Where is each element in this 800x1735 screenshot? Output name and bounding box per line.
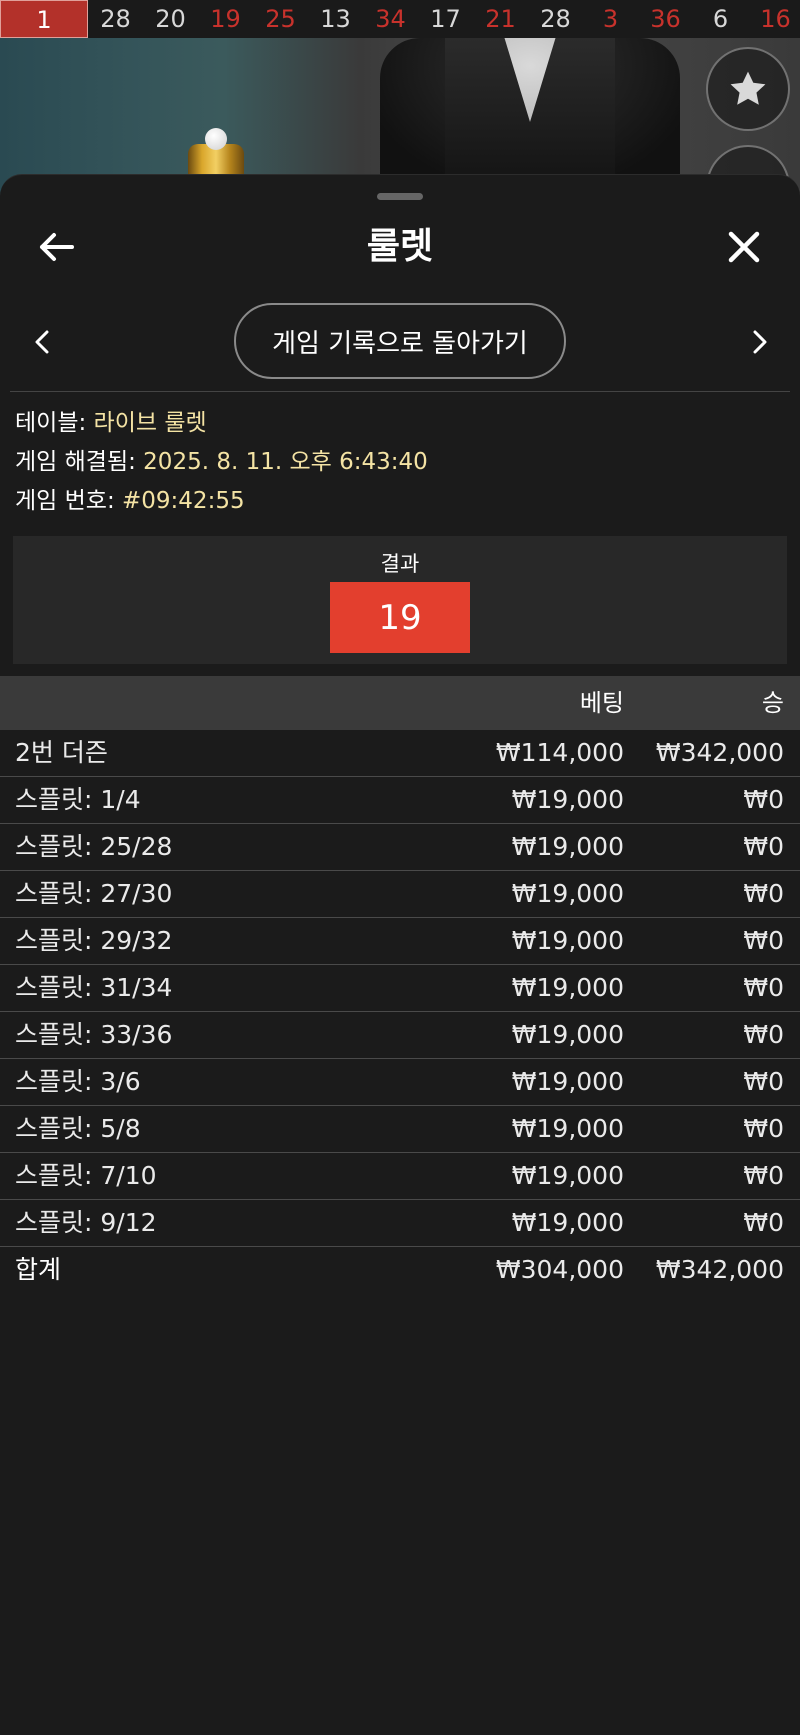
game-number-info: 게임 번호: #09:42:55 [15, 485, 245, 517]
bets-table: 베팅 승 2번 더즌 ₩114,000 ₩342,000 스플릿: 1/4 ₩19,00… [0, 676, 800, 1293]
bet-amount: ₩114,000 [495, 738, 624, 767]
result-number-badge: 19 [330, 582, 470, 653]
page-title: 룰렛 [366, 226, 434, 267]
game-detail-sheet: 룰렛 게임 기록으로 돌아가기 테이블: 라이브 룰렛 게임 해결됨: 2025… [0, 174, 800, 1735]
bet-row: 스플릿: 29/32 ₩19,000 ₩0 [0, 918, 800, 965]
bet-amount: ₩19,000 [511, 1208, 624, 1237]
close-button[interactable] [724, 223, 764, 271]
bet-amount: ₩19,000 [511, 1020, 624, 1049]
column-header-win: 승 [761, 689, 784, 717]
history-number: 3 [602, 5, 619, 33]
results-history-strip: 1 28 20 19 25 13 34 17 21 28 3 36 6 16 [0, 0, 800, 38]
table-label: 테이블: [15, 410, 94, 436]
favorite-button[interactable] [706, 47, 790, 131]
bet-name: 스플릿: 9/12 [15, 1208, 157, 1237]
bet-amount: ₩19,000 [511, 1067, 624, 1096]
total-row: 합계 ₩304,000 ₩342,000 [0, 1247, 800, 1293]
total-label: 합계 [15, 1255, 62, 1284]
history-number: 21 [485, 5, 516, 33]
result-number: 19 [378, 597, 422, 638]
bet-name: 스플릿: 3/6 [15, 1067, 141, 1096]
total-bet: ₩304,000 [495, 1255, 624, 1284]
history-number: 36 [650, 5, 681, 33]
bet-amount: ₩19,000 [511, 973, 624, 1002]
game-number-value: #09:42:55 [122, 488, 245, 514]
win-amount: ₩0 [743, 1208, 784, 1237]
close-icon [728, 231, 760, 263]
history-number: 20 [155, 5, 186, 33]
win-amount: ₩0 [743, 785, 784, 814]
win-amount: ₩0 [743, 1067, 784, 1096]
star-icon [730, 71, 766, 105]
win-amount: ₩0 [743, 1114, 784, 1143]
game-number-label: 게임 번호: [15, 488, 123, 514]
bet-row: 스플릿: 7/10 ₩19,000 ₩0 [0, 1153, 800, 1200]
bet-name: 스플릿: 29/32 [15, 926, 173, 955]
history-number: 19 [210, 5, 241, 33]
win-amount: ₩0 [743, 926, 784, 955]
back-to-history-button[interactable]: 게임 기록으로 돌아가기 [234, 303, 566, 379]
win-amount: ₩342,000 [655, 738, 784, 767]
prev-game-button[interactable] [30, 325, 54, 359]
bet-name: 스플릿: 33/36 [15, 1020, 173, 1049]
resolved-info: 게임 해결됨: 2025. 8. 11. 오후 6:43:40 [15, 446, 428, 478]
total-win: ₩342,000 [655, 1255, 784, 1284]
bet-name: 스플릿: 25/28 [15, 832, 173, 861]
bet-row: 스플릿: 31/34 ₩19,000 ₩0 [0, 965, 800, 1012]
bet-amount: ₩19,000 [511, 926, 624, 955]
bet-row: 스플릿: 33/36 ₩19,000 ₩0 [0, 1012, 800, 1059]
history-number: 1 [0, 0, 88, 38]
table-value: 라이브 룰렛 [93, 410, 207, 436]
chevron-right-icon [753, 330, 767, 354]
history-number: 25 [265, 5, 296, 33]
table-header: 베팅 승 [0, 676, 800, 730]
history-number: 28 [100, 5, 131, 33]
bet-amount: ₩19,000 [511, 832, 624, 861]
history-number: 13 [320, 5, 351, 33]
win-amount: ₩0 [743, 879, 784, 908]
bet-row: 스플릿: 3/6 ₩19,000 ₩0 [0, 1059, 800, 1106]
history-number: 28 [540, 5, 571, 33]
win-amount: ₩0 [743, 1020, 784, 1049]
bet-row: 스플릿: 27/30 ₩19,000 ₩0 [0, 871, 800, 918]
chevron-left-icon [35, 330, 49, 354]
bet-row: 스플릿: 25/28 ₩19,000 ₩0 [0, 824, 800, 871]
result-panel: 결과 19 [13, 536, 787, 664]
bet-name: 2번 더즌 [15, 738, 108, 767]
bet-name: 스플릿: 5/8 [15, 1114, 141, 1143]
bet-row: 2번 더즌 ₩114,000 ₩342,000 [0, 730, 800, 777]
win-amount: ₩0 [743, 973, 784, 1002]
bet-row: 스플릿: 5/8 ₩19,000 ₩0 [0, 1106, 800, 1153]
history-number: 16 [760, 5, 791, 33]
bet-amount: ₩19,000 [511, 1161, 624, 1190]
win-amount: ₩0 [743, 832, 784, 861]
bet-amount: ₩19,000 [511, 785, 624, 814]
bet-name: 스플릿: 31/34 [15, 973, 173, 1002]
resolved-value: 2025. 8. 11. 오후 6:43:40 [143, 449, 428, 475]
bet-name: 스플릿: 1/4 [15, 785, 141, 814]
history-number: 6 [712, 5, 729, 33]
result-label: 결과 [380, 552, 420, 576]
win-amount: ₩0 [743, 1161, 784, 1190]
bet-name: 스플릿: 7/10 [15, 1161, 157, 1190]
bet-row: 스플릿: 9/12 ₩19,000 ₩0 [0, 1200, 800, 1247]
history-number: 34 [375, 5, 406, 33]
drag-handle[interactable] [377, 193, 423, 200]
divider [10, 391, 790, 392]
next-game-button[interactable] [748, 325, 772, 359]
history-number: 17 [430, 5, 461, 33]
bet-amount: ₩19,000 [511, 879, 624, 908]
bet-amount: ₩19,000 [511, 1114, 624, 1143]
table-info: 테이블: 라이브 룰렛 [15, 407, 207, 439]
back-to-history-label: 게임 기록으로 돌아가기 [272, 328, 528, 359]
bet-row: 스플릿: 1/4 ₩19,000 ₩0 [0, 777, 800, 824]
column-header-bet: 베팅 [579, 689, 624, 717]
bet-name: 스플릿: 27/30 [15, 879, 173, 908]
resolved-label: 게임 해결됨: [15, 449, 144, 475]
